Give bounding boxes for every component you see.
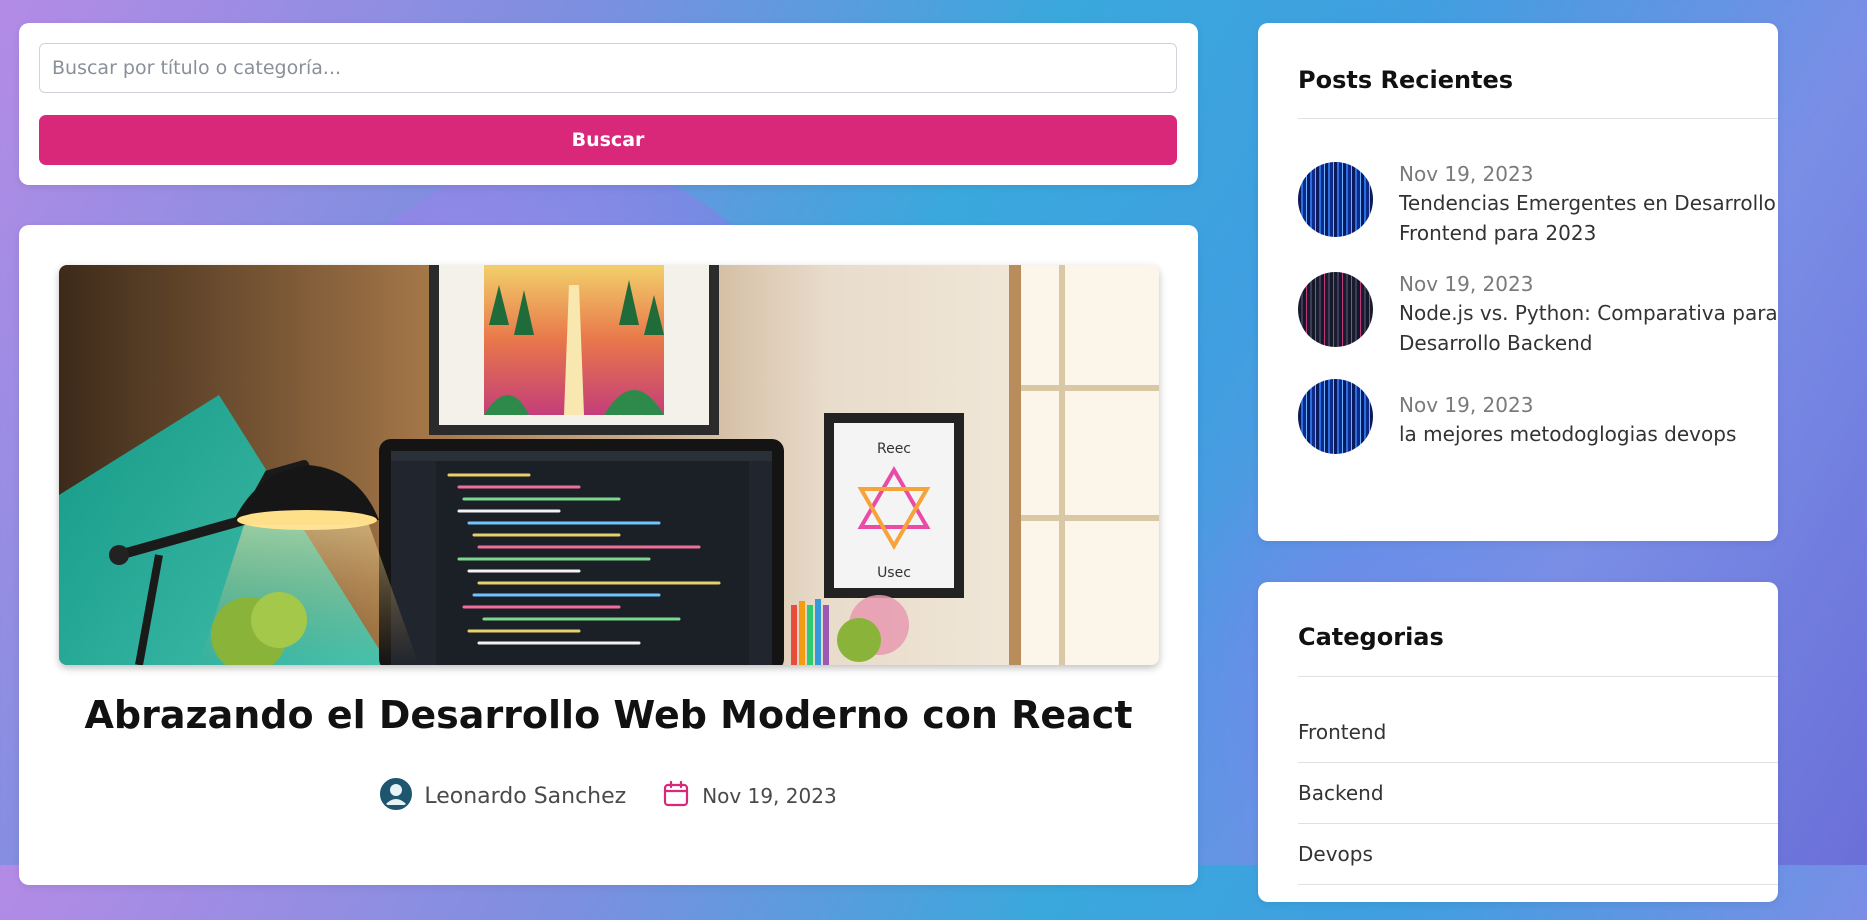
post-thumbnail [1298, 379, 1373, 454]
recent-post-text: Nov 19, 2023 Node.js vs. Python: Compara… [1399, 272, 1778, 358]
recent-post-item[interactable]: Nov 19, 2023 Node.js vs. Python: Compara… [1298, 272, 1778, 358]
category-item-devops[interactable]: Devops [1298, 824, 1778, 885]
category-item-frontend[interactable]: Frontend [1298, 702, 1778, 763]
art-sign-bottom: Usec [877, 565, 911, 581]
post-title: Abrazando el Desarrollo Web Moderno con … [84, 693, 1133, 737]
recent-post-text: Nov 19, 2023 la mejores metodoglogias de… [1399, 379, 1736, 454]
categories-card: Categorias Frontend Backend Devops [1258, 582, 1778, 902]
post-thumbnail [1298, 272, 1373, 347]
recent-post-item[interactable]: Nov 19, 2023 Tendencias Emergentes en De… [1298, 162, 1778, 248]
recent-post-date: Nov 19, 2023 [1399, 272, 1534, 296]
search-input[interactable] [39, 43, 1177, 93]
recent-post-title[interactable]: Node.js vs. Python: Comparativa para Des… [1399, 298, 1778, 358]
recent-posts-card: Posts Recientes Nov 19, 2023 Tendencias … [1258, 23, 1778, 541]
author-name: Leonardo Sanchez [424, 783, 627, 809]
post-date-meta: Nov 19, 2023 [662, 780, 837, 812]
divider [1298, 118, 1778, 119]
categories-title: Categorias [1298, 623, 1444, 651]
post-image-illustration: Reec Usec [59, 265, 1159, 665]
art-sign-top: Reec [877, 441, 911, 457]
recent-post-item[interactable]: Nov 19, 2023 la mejores metodoglogias de… [1298, 379, 1778, 454]
post-author[interactable]: Leonardo Sanchez [380, 778, 626, 814]
divider [1298, 676, 1778, 677]
calendar-icon [662, 780, 690, 812]
category-item-backend[interactable]: Backend [1298, 763, 1778, 824]
search-button[interactable]: Buscar [39, 115, 1177, 165]
search-card: Buscar [19, 23, 1198, 185]
recent-post-title[interactable]: Tendencias Emergentes en Desarrollo Fron… [1399, 188, 1778, 248]
post-image[interactable]: Reec Usec [59, 265, 1159, 665]
post-thumbnail [1298, 162, 1373, 237]
recent-post-date: Nov 19, 2023 [1399, 393, 1534, 417]
recent-post-text: Nov 19, 2023 Tendencias Emergentes en De… [1399, 162, 1778, 248]
post-date: Nov 19, 2023 [702, 784, 837, 808]
recent-posts-title: Posts Recientes [1298, 66, 1514, 94]
recent-post-title[interactable]: la mejores metodoglogias devops [1399, 419, 1736, 449]
post-card: Reec Usec Abrazando el Desarrollo Web Mo… [19, 225, 1198, 885]
recent-post-date: Nov 19, 2023 [1399, 162, 1534, 186]
user-avatar-icon [380, 778, 413, 814]
post-meta: Leonardo Sanchez Nov 19, 2023 [19, 778, 1198, 814]
